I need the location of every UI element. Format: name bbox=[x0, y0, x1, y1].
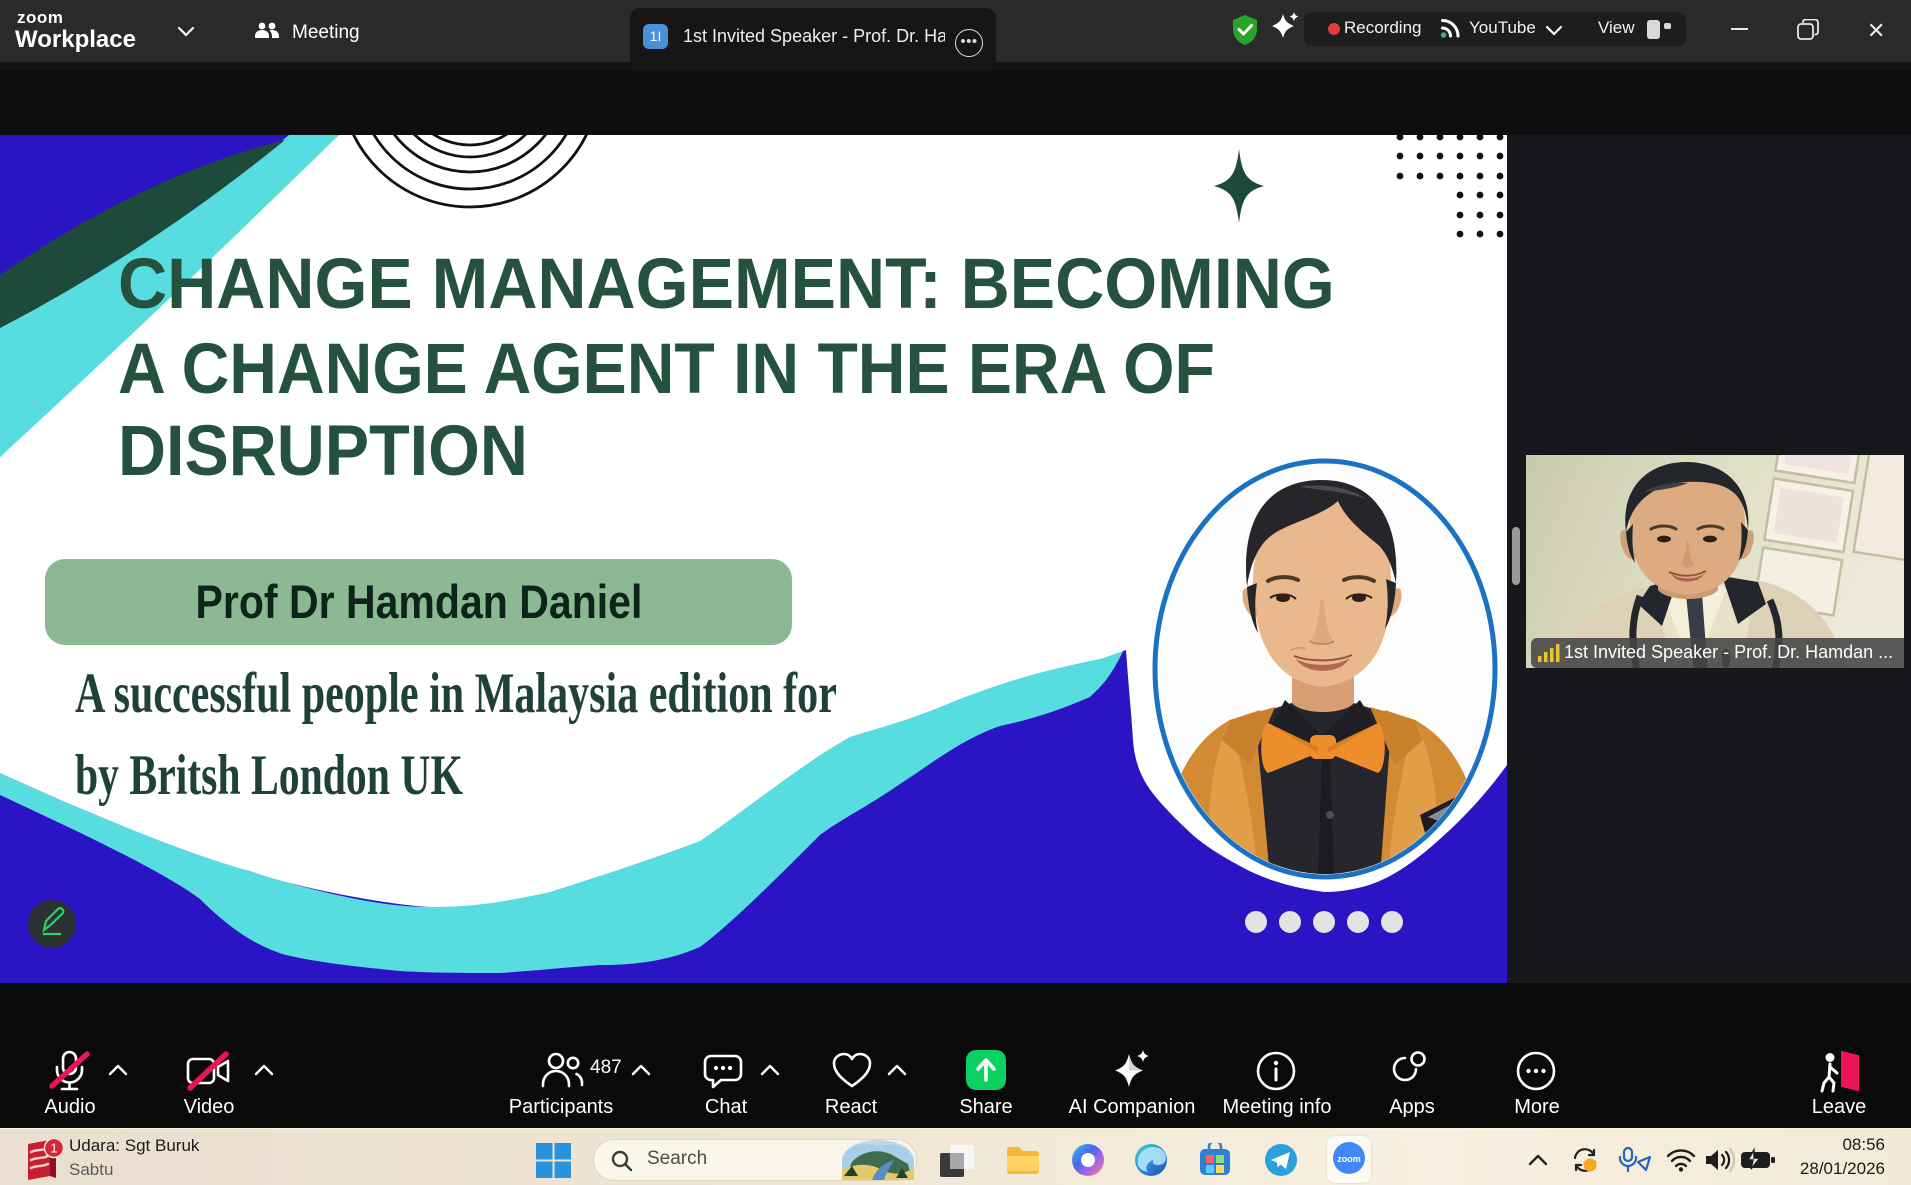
svg-text:1: 1 bbox=[50, 1141, 57, 1156]
svg-text:zoom: zoom bbox=[1337, 1154, 1361, 1164]
